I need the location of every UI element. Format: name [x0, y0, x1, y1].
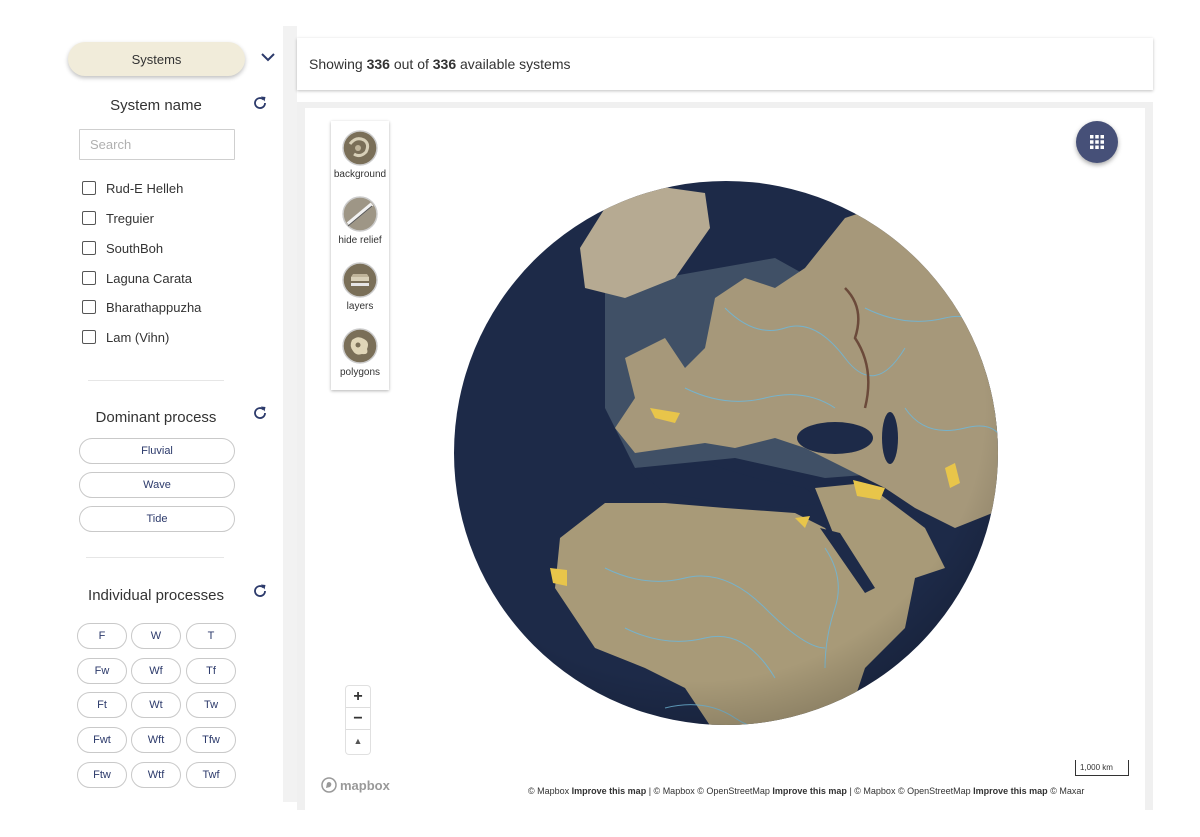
- layer-label: hide relief: [338, 235, 382, 246]
- layers-toggle[interactable]: layers: [331, 262, 389, 312]
- system-checkbox-row[interactable]: Laguna Carata: [82, 269, 192, 287]
- polygons-icon[interactable]: [342, 328, 378, 364]
- out-of-text: out of: [393, 56, 429, 72]
- mapbox-logo[interactable]: mapbox: [321, 777, 390, 793]
- attribution-text: | © Mapbox © OpenStreetMap: [849, 786, 971, 796]
- process-button[interactable]: Tw: [186, 692, 236, 718]
- sidebar-edge: [283, 26, 297, 802]
- grid-icon: [1090, 135, 1104, 149]
- wave-button[interactable]: Wave: [79, 472, 235, 498]
- compass-button[interactable]: ▲: [346, 730, 370, 752]
- refresh-icon[interactable]: [252, 405, 268, 421]
- checkbox[interactable]: [82, 271, 96, 285]
- layers-icon[interactable]: [342, 262, 378, 298]
- attribution-text: | © Mapbox © OpenStreetMap: [648, 786, 770, 796]
- scale-bar: 1,000 km: [1075, 760, 1129, 776]
- process-button[interactable]: Wf: [131, 658, 181, 684]
- refresh-icon[interactable]: [252, 583, 268, 599]
- search-input[interactable]: [79, 129, 235, 160]
- attribution-text: © Mapbox: [528, 786, 570, 796]
- mapbox-logo-icon: [321, 777, 337, 793]
- available-systems-text: available systems: [460, 56, 571, 72]
- background-toggle[interactable]: background: [331, 130, 389, 180]
- apps-menu-button[interactable]: [1076, 121, 1118, 163]
- system-checkbox-row[interactable]: SouthBoh: [82, 239, 163, 257]
- process-button[interactable]: Wtf: [131, 762, 181, 788]
- process-button[interactable]: Fw: [77, 658, 127, 684]
- sidebar: Systems System name Rud-E Helleh Treguie…: [0, 0, 288, 837]
- refresh-icon[interactable]: [252, 95, 268, 111]
- individual-processes-title: Individual processes: [88, 587, 224, 604]
- globe[interactable]: [305, 108, 1145, 810]
- system-label: Laguna Carata: [106, 270, 193, 286]
- background-icon[interactable]: [342, 130, 378, 166]
- checkbox[interactable]: [82, 181, 96, 195]
- process-button[interactable]: F: [77, 623, 127, 649]
- zoom-controls: + − ▲: [346, 686, 370, 754]
- attribution: © Mapbox Improve this map | © Mapbox © O…: [528, 786, 1084, 796]
- improve-map-link[interactable]: Improve this map: [973, 786, 1048, 796]
- layer-label: background: [333, 169, 387, 180]
- process-button[interactable]: Ftw: [77, 762, 127, 788]
- showing-prefix: Showing: [309, 56, 363, 72]
- map[interactable]: [305, 108, 1145, 810]
- total-count: 336: [432, 56, 457, 72]
- attribution-text: © Maxar: [1050, 786, 1085, 796]
- process-button[interactable]: Ft: [77, 692, 127, 718]
- system-checkbox-row[interactable]: Treguier: [82, 209, 154, 227]
- scale-label: 1,000 km: [1080, 763, 1113, 772]
- polygons-toggle[interactable]: polygons: [331, 328, 389, 378]
- hide-relief-toggle[interactable]: hide relief: [331, 196, 389, 246]
- process-button[interactable]: Wft: [131, 727, 181, 753]
- tide-button[interactable]: Tide: [79, 506, 235, 532]
- checkbox[interactable]: [82, 330, 96, 344]
- fluvial-button[interactable]: Fluvial: [79, 438, 235, 464]
- system-name-title: System name: [110, 97, 202, 114]
- dominant-process-title: Dominant process: [95, 409, 217, 426]
- divider: [86, 557, 224, 558]
- system-label: Lam (Vihn): [106, 329, 170, 345]
- system-label: Treguier: [106, 210, 154, 226]
- zoom-in-button[interactable]: +: [346, 686, 370, 708]
- system-checkbox-row[interactable]: Bharathappuzha: [82, 298, 201, 316]
- chevron-down-icon[interactable]: [259, 48, 277, 66]
- checkbox[interactable]: [82, 241, 96, 255]
- improve-map-link[interactable]: Improve this map: [572, 786, 647, 796]
- system-checkbox-row[interactable]: Lam (Vihn): [82, 328, 169, 346]
- system-label: Bharathappuzha: [106, 299, 202, 315]
- checkbox[interactable]: [82, 300, 96, 314]
- system-checkbox-row[interactable]: Rud-E Helleh: [82, 179, 183, 197]
- checkbox[interactable]: [82, 211, 96, 225]
- results-header: Showing 336 out of 336 available systems: [297, 38, 1153, 90]
- process-button[interactable]: Wt: [131, 692, 181, 718]
- system-label: Rud-E Helleh: [106, 180, 184, 196]
- divider: [88, 380, 224, 381]
- shown-count: 336: [366, 56, 390, 72]
- zoom-out-button[interactable]: −: [346, 708, 370, 730]
- process-button[interactable]: Tfw: [186, 727, 236, 753]
- process-button[interactable]: Tf: [186, 658, 236, 684]
- hide-relief-icon[interactable]: [342, 196, 378, 232]
- systems-button[interactable]: Systems: [68, 42, 245, 76]
- layer-label: polygons: [339, 367, 381, 378]
- improve-map-link[interactable]: Improve this map: [772, 786, 847, 796]
- layer-label: layers: [346, 301, 374, 312]
- mapbox-logo-text: mapbox: [340, 777, 390, 793]
- process-button[interactable]: T: [186, 623, 236, 649]
- layer-panel: background hide relief layers polygons: [331, 121, 389, 390]
- process-button[interactable]: Fwt: [77, 727, 127, 753]
- process-button[interactable]: W: [131, 623, 181, 649]
- process-button[interactable]: Twf: [186, 762, 236, 788]
- system-label: SouthBoh: [106, 240, 164, 256]
